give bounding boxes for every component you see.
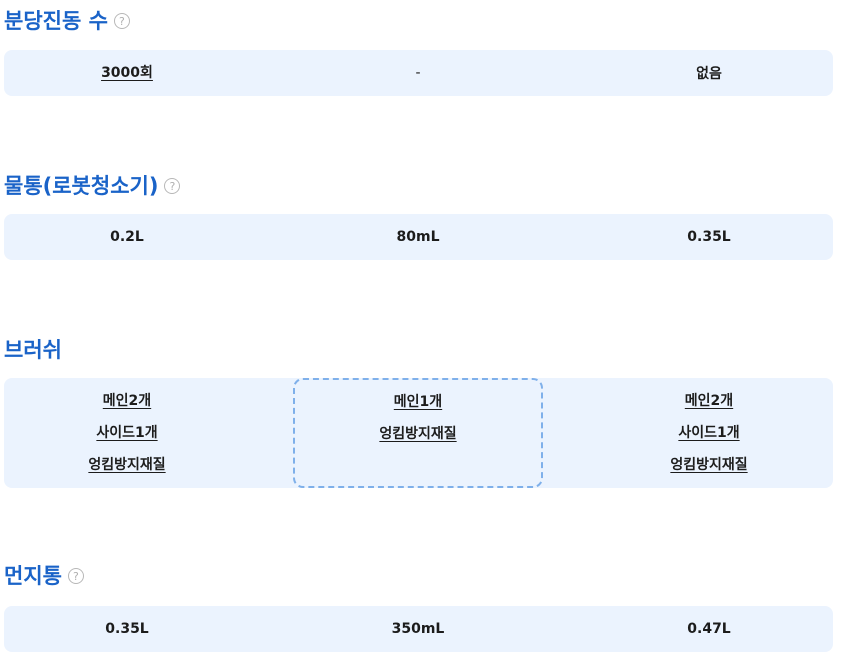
- value-link[interactable]: 사이드1개: [96, 425, 157, 441]
- value-link[interactable]: 메인2개: [103, 393, 151, 409]
- section-title: 브러쉬: [4, 334, 62, 364]
- value-link[interactable]: 메인2개: [685, 393, 733, 409]
- brush-row: 메인2개 사이드1개 엉킴방지재질 메인1개 엉킴방지재질 메인2개 사이드1개…: [4, 378, 833, 488]
- water-tank-value-2: 80mL: [293, 214, 543, 260]
- value-link[interactable]: 3000회: [101, 65, 153, 81]
- value-text: 0.2L: [110, 229, 144, 245]
- dust-bin-value-1: 0.35L: [4, 606, 250, 652]
- brush-value-3: 메인2개 사이드1개 엉킴방지재질: [586, 378, 832, 488]
- brush-value-1: 메인2개 사이드1개 엉킴방지재질: [4, 378, 250, 488]
- value-text: -: [415, 65, 421, 81]
- value-text: 0.35L: [687, 229, 731, 245]
- vibration-value-1[interactable]: 3000회: [4, 50, 250, 96]
- section-title: 물통(로봇청소기) ?: [4, 170, 181, 200]
- dust-bin-title: 먼지통: [4, 564, 62, 588]
- vibration-row: 3000회 - 없음: [4, 50, 833, 96]
- vibration-value-3: 없음: [586, 50, 832, 96]
- value-text: 없음: [696, 66, 722, 82]
- help-icon[interactable]: ?: [164, 178, 181, 194]
- value-link[interactable]: 엉킴방지재질: [670, 457, 747, 473]
- water-tank-title: 물통(로봇청소기): [4, 174, 159, 198]
- dust-bin-row: 0.35L 350mL 0.47L: [4, 606, 833, 652]
- dust-bin-value-2: 350mL: [293, 606, 543, 652]
- section-water-tank: 물통(로봇청소기) ? 0.2L 80mL 0.35L: [0, 168, 841, 268]
- section-brush: 브러쉬 메인2개 사이드1개 엉킴방지재질 메인1개 엉킴방지재질 메인2개 사…: [0, 332, 841, 492]
- vibration-value-2: -: [293, 50, 543, 96]
- help-icon[interactable]: ?: [113, 13, 130, 29]
- water-tank-value-3: 0.35L: [586, 214, 832, 260]
- value-text: 80mL: [396, 229, 440, 245]
- value-link[interactable]: 엉킴방지재질: [379, 426, 456, 442]
- value-link[interactable]: 사이드1개: [678, 425, 739, 441]
- value-text: 0.35L: [105, 621, 149, 637]
- value-link[interactable]: 메인1개: [394, 394, 442, 410]
- value-text: 350mL: [391, 621, 445, 637]
- brush-title: 브러쉬: [4, 338, 62, 362]
- section-title: 분당진동 수 ?: [4, 5, 130, 35]
- water-tank-row: 0.2L 80mL 0.35L: [4, 214, 833, 260]
- help-icon[interactable]: ?: [67, 568, 84, 584]
- section-title: 먼지통 ?: [4, 560, 84, 590]
- water-tank-value-1: 0.2L: [4, 214, 250, 260]
- value-link[interactable]: 엉킴방지재질: [88, 457, 165, 473]
- vibration-title: 분당진동 수: [4, 9, 108, 33]
- dust-bin-value-3: 0.47L: [586, 606, 832, 652]
- section-vibration: 분당진동 수 ? 3000회 - 없음: [0, 0, 841, 100]
- brush-value-2: 메인1개 엉킴방지재질: [293, 378, 543, 488]
- section-dust-bin: 먼지통 ? 0.35L 350mL 0.47L: [0, 560, 841, 656]
- value-text: 0.47L: [687, 621, 731, 637]
